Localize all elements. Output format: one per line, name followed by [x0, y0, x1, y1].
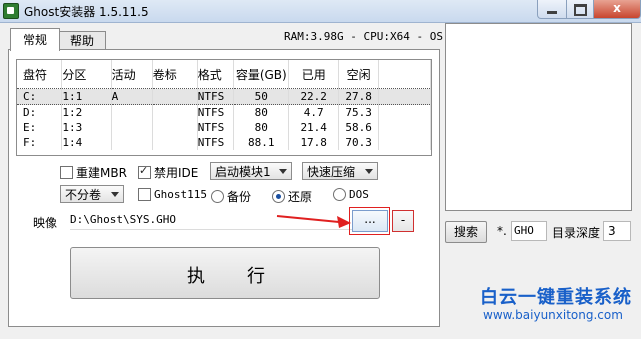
depth-label: 目录深度 — [552, 226, 601, 240]
table-cell: 1:2 — [61, 104, 112, 120]
table-cell: 22.2 — [288, 88, 339, 105]
table-cell — [378, 120, 431, 135]
radio-circle[interactable] — [333, 188, 346, 201]
table-cell: 21.4 — [288, 120, 339, 135]
radio-circle[interactable] — [272, 190, 285, 203]
title-bar: Ghost安装器 1.5.11.5 x — [0, 0, 641, 23]
execute-label-1: 执 — [187, 266, 205, 287]
table-cell: 58.6 — [338, 120, 380, 135]
table-cell: 80 — [233, 120, 290, 135]
column-header[interactable]: 卷标 — [152, 60, 198, 89]
split-volume-select[interactable]: 不分卷 — [60, 185, 124, 203]
table-cell — [378, 104, 431, 120]
table-cell — [152, 104, 198, 120]
close-button[interactable]: x — [593, 0, 641, 19]
image-label: 映像 — [33, 216, 58, 230]
table-cell — [152, 88, 198, 105]
log-textarea[interactable] — [445, 23, 632, 211]
table-cell: 1:4 — [61, 135, 112, 150]
column-header[interactable]: 格式 — [197, 60, 235, 89]
disable-ide-checkbox[interactable]: 禁用IDE — [138, 164, 198, 181]
table-cell: NTFS — [197, 88, 235, 105]
column-header[interactable]: 盘符 — [17, 60, 63, 89]
table-cell — [378, 88, 431, 105]
partition-table[interactable]: 盘符 分区 活动 卷标 格式 容量(GB) 已用 空闲 C: 1:1 A NTF… — [16, 59, 432, 156]
window-title: Ghost安装器 1.5.11.5 — [24, 5, 149, 19]
restore-radio[interactable]: 还原 — [272, 188, 312, 205]
execute-button[interactable]: 执 行 — [70, 247, 380, 299]
table-row[interactable]: C: 1:1 A NTFS 50 22.2 27.8 — [17, 88, 431, 105]
extension-input[interactable]: GHO — [511, 221, 547, 241]
table-cell: 1:1 — [61, 88, 112, 105]
table-cell: NTFS — [197, 104, 235, 120]
watermark-url: www.baiyunxitong.com — [483, 308, 623, 322]
minimize-icon — [547, 11, 557, 14]
maximize-button[interactable] — [566, 0, 594, 19]
app-icon — [3, 3, 19, 19]
table-cell: D: — [17, 104, 63, 120]
checkbox-box[interactable] — [138, 164, 151, 179]
depth-input[interactable]: 3 — [603, 221, 631, 241]
table-cell — [111, 135, 153, 150]
checkbox-box[interactable] — [60, 166, 73, 179]
table-row[interactable]: D: 1:2 NTFS 80 4.7 75.3 — [17, 104, 431, 120]
table-cell: 88.1 — [233, 135, 290, 150]
table-cell — [111, 104, 153, 120]
table-cell — [111, 120, 153, 135]
table-row[interactable]: F: 1:4 NTFS 88.1 17.8 70.3 — [17, 135, 431, 150]
table-cell: A — [111, 88, 153, 105]
close-icon: x — [613, 1, 621, 15]
table-cell: C: — [17, 88, 63, 105]
browse-button[interactable]: ... — [352, 210, 388, 232]
arrow-annotation — [276, 215, 351, 228]
search-button[interactable]: 搜索 — [445, 221, 487, 243]
table-cell: 70.3 — [338, 135, 380, 150]
table-header-row: 盘符 分区 活动 卷标 格式 容量(GB) 已用 空闲 — [17, 60, 431, 89]
tab-help[interactable]: 帮助 — [58, 31, 106, 50]
table-cell: 80 — [233, 104, 290, 120]
column-header[interactable]: 已用 — [288, 60, 339, 89]
dropdown-arrow-icon — [365, 169, 373, 174]
column-header[interactable]: 分区 — [61, 60, 112, 89]
column-header[interactable]: 空闲 — [338, 60, 380, 89]
table-cell: 4.7 — [288, 104, 339, 120]
table-cell: 27.8 — [338, 88, 380, 105]
extension-prefix: *. — [497, 224, 507, 238]
table-cell: 75.3 — [338, 104, 380, 120]
radio-circle[interactable] — [211, 190, 224, 203]
table-cell — [152, 120, 198, 135]
table-cell: 50 — [233, 88, 290, 105]
table-cell: NTFS — [197, 120, 235, 135]
dropdown-arrow-icon — [279, 169, 287, 174]
watermark-title: 白云一键重装系统 — [480, 287, 632, 308]
execute-label-2: 行 — [247, 266, 265, 287]
remove-button[interactable]: - — [392, 210, 414, 232]
table-cell: E: — [17, 120, 63, 135]
checkbox-box[interactable] — [138, 188, 151, 201]
rebuild-mbr-checkbox[interactable]: 重建MBR — [60, 164, 127, 181]
table-cell: 1:3 — [61, 120, 112, 135]
ghost115-checkbox[interactable]: Ghost115 — [138, 188, 207, 201]
minimize-button[interactable] — [537, 0, 567, 19]
backup-radio[interactable]: 备份 — [211, 188, 251, 205]
table-row[interactable]: E: 1:3 NTFS 80 21.4 58.6 — [17, 120, 431, 135]
table-cell: NTFS — [197, 135, 235, 150]
tab-general[interactable]: 常规 — [10, 28, 60, 51]
compression-select[interactable]: 快速压缩 — [302, 162, 378, 180]
table-cell: 17.8 — [288, 135, 339, 150]
column-header[interactable]: 活动 — [111, 60, 153, 89]
boot-module-select[interactable]: 启动模块1 — [210, 162, 292, 180]
table-cell — [152, 135, 198, 150]
dropdown-arrow-icon — [111, 192, 119, 197]
dos-radio[interactable]: DOS — [333, 188, 369, 201]
table-cell: F: — [17, 135, 63, 150]
column-header[interactable]: 容量(GB) — [233, 60, 290, 89]
maximize-icon — [574, 4, 587, 16]
table-cell — [378, 135, 431, 150]
column-header-empty — [378, 60, 431, 89]
